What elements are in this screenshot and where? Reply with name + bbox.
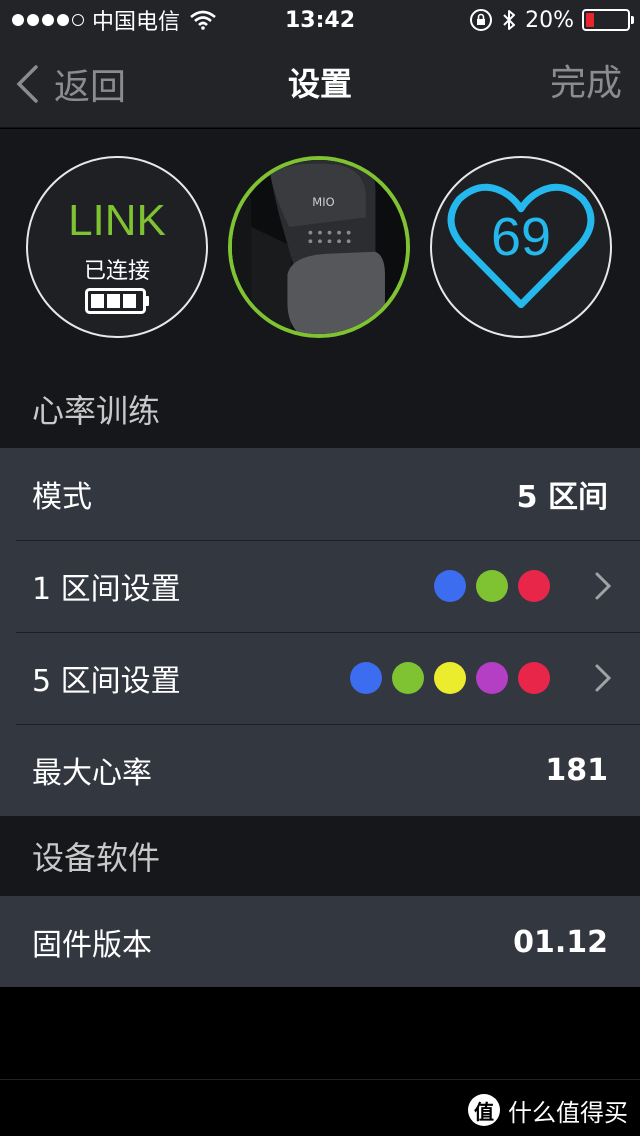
svg-text:MIO: MIO	[312, 195, 334, 209]
chevron-right-icon	[595, 664, 612, 692]
training-settings-group: 模式 5 区间 1 区间设置 5 区间设置 最大心率 181	[0, 448, 640, 816]
page-title: 设置	[287, 65, 352, 103]
mode-row[interactable]: 模式 5 区间	[0, 448, 640, 540]
max-heart-rate-row[interactable]: 最大心率 181	[0, 724, 640, 816]
mode-value: 5 区间	[516, 480, 608, 515]
connection-status: 已连接	[83, 259, 150, 284]
device-summary: LINK 已连接 MIO 69	[0, 129, 640, 369]
zone1-settings-row[interactable]: 1 区间设置	[0, 540, 640, 632]
zone-color-dot	[350, 662, 382, 694]
max-heart-rate-label: 最大心率	[32, 756, 152, 791]
battery-percent: 20%	[525, 7, 574, 33]
section-header-software: 设备软件	[0, 816, 640, 896]
zone-color-dot	[518, 662, 550, 694]
device-name: LINK	[68, 196, 166, 245]
watermark: 值 什么值得买	[468, 1092, 628, 1128]
rotation-lock-icon	[470, 9, 493, 31]
heart-rate-value: 69	[490, 207, 552, 267]
chevron-right-icon	[595, 572, 612, 600]
watermark-text: 什么值得买	[508, 1098, 628, 1127]
watermark-logo-icon: 值	[468, 1094, 500, 1126]
signal-strength-icon	[12, 14, 84, 26]
status-bar: 中国电信 13:42 20%	[0, 0, 640, 40]
zone-color-dot	[434, 662, 466, 694]
navigation-bar: 返回 设置 完成	[0, 40, 640, 128]
wifi-icon	[190, 10, 216, 30]
zone-color-dot	[518, 570, 550, 602]
device-status-circle[interactable]: LINK 已连接	[26, 156, 208, 338]
bluetooth-icon	[503, 10, 516, 30]
firmware-value: 01.12	[513, 924, 608, 960]
divider	[0, 1079, 640, 1080]
heart-rate-circle[interactable]: 69	[430, 156, 612, 338]
wristband-device-icon: MIO	[232, 160, 406, 334]
zone1-label: 1 区间设置	[32, 572, 181, 607]
firmware-version-row[interactable]: 固件版本 01.12	[0, 896, 640, 988]
zone1-color-dots	[434, 570, 550, 602]
software-group: 固件版本 01.12	[0, 896, 640, 987]
section-header-training: 心率训练	[0, 369, 640, 448]
zone-color-dot	[476, 662, 508, 694]
done-button[interactable]: 完成	[550, 40, 622, 128]
device-image[interactable]: MIO	[228, 156, 410, 338]
max-heart-rate-value: 181	[545, 752, 608, 788]
zone-color-dot	[476, 570, 508, 602]
firmware-label: 固件版本	[32, 928, 152, 963]
zone-color-dot	[392, 662, 424, 694]
zone-color-dot	[434, 570, 466, 602]
zone5-color-dots	[350, 662, 550, 694]
carrier-name: 中国电信	[92, 10, 181, 35]
battery-icon	[85, 288, 149, 314]
battery-icon	[582, 9, 634, 31]
mode-label: 模式	[32, 480, 92, 515]
zone5-label: 5 区间设置	[32, 664, 181, 699]
zone5-settings-row[interactable]: 5 区间设置	[0, 632, 640, 724]
